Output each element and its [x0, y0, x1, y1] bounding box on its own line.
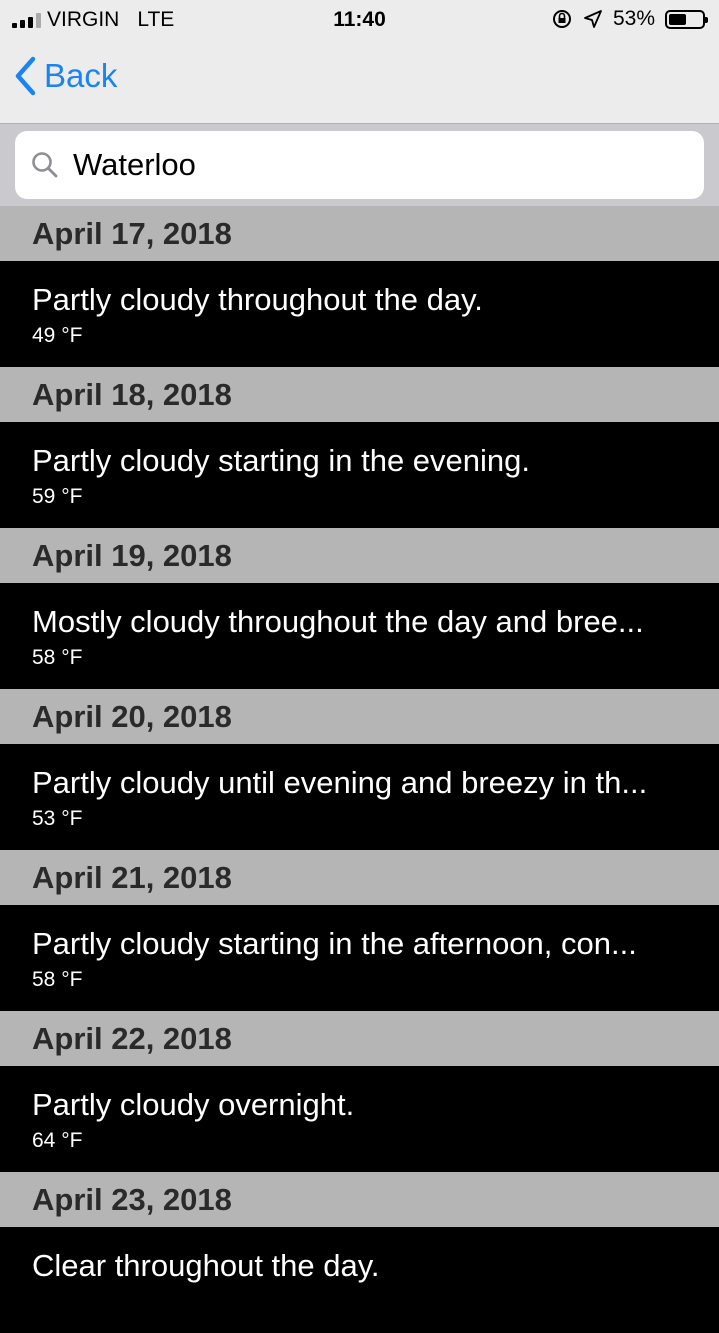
section-header-date: April 22, 2018 [0, 1011, 719, 1066]
battery-percent: 53% [612, 7, 655, 30]
section-header-date: April 18, 2018 [0, 367, 719, 422]
back-button[interactable]: Back [14, 56, 117, 96]
rotation-lock-icon [552, 10, 571, 28]
forecast-temperature: 49 °F [32, 324, 83, 347]
forecast-summary: Mostly cloudy throughout the day and bre… [32, 604, 644, 639]
forecast-row[interactable]: Partly cloudy starting in the afternoon,… [0, 905, 719, 1011]
forecast-temperature: 59 °F [32, 485, 83, 508]
forecast-summary: Partly cloudy starting in the evening. [32, 443, 530, 478]
forecast-summary: Partly cloudy starting in the afternoon,… [32, 926, 637, 961]
section-header-date: April 17, 2018 [0, 206, 719, 261]
status-bar: VIRGIN LTE 11:40 53% [0, 0, 719, 40]
forecast-row[interactable]: Clear throughout the day. [0, 1227, 719, 1333]
back-label: Back [44, 57, 118, 94]
search-field[interactable] [15, 131, 704, 199]
battery-icon [665, 9, 708, 29]
search-input[interactable] [71, 146, 675, 184]
navigation-bar: Back [0, 40, 719, 124]
forecast-temperature: 64 °F [32, 1129, 83, 1152]
forecast-row[interactable]: Partly cloudy starting in the evening. 59… [0, 422, 719, 528]
search-bar [0, 124, 719, 206]
forecast-temperature: 58 °F [32, 646, 83, 669]
battery-fill [669, 13, 686, 25]
section-header-date: April 20, 2018 [0, 689, 719, 744]
section-header-date: April 19, 2018 [0, 528, 719, 583]
section-header-date: April 23, 2018 [0, 1172, 719, 1227]
forecast-row[interactable]: Partly cloudy until evening and breezy i… [0, 744, 719, 850]
forecast-summary: Partly cloudy until evening and breezy i… [32, 765, 648, 800]
forecast-row[interactable]: Partly cloudy throughout the day. 49 °F [0, 261, 719, 367]
section-header-date: April 21, 2018 [0, 850, 719, 905]
forecast-temperature: 58 °F [32, 968, 83, 991]
forecast-row[interactable]: Mostly cloudy throughout the day and bre… [0, 583, 719, 689]
forecast-summary: Partly cloudy overnight. [32, 1087, 355, 1122]
forecast-summary: Partly cloudy throughout the day. [32, 282, 483, 317]
search-icon [32, 152, 58, 178]
location-arrow-icon [584, 10, 602, 28]
chevron-left-icon [15, 56, 36, 96]
status-right: 53% [551, 7, 708, 31]
forecast-summary: Clear throughout the day. [32, 1248, 380, 1283]
forecast-row[interactable]: Partly cloudy overnight. 64 °F [0, 1066, 719, 1172]
forecast-temperature: 53 °F [32, 807, 83, 830]
forecast-list: April 17, 2018 Partly cloudy throughout t… [0, 206, 719, 1333]
